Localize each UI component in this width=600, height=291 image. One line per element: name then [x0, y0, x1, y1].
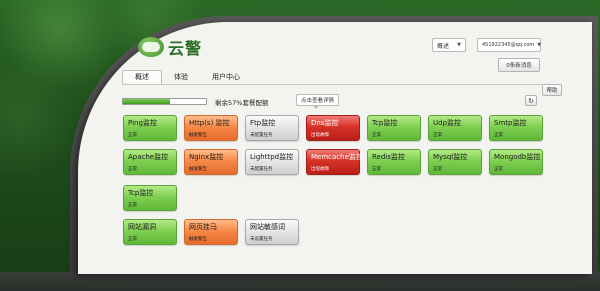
monitor-tile[interactable]: 网页挂马 触发警告	[184, 219, 238, 245]
monitor-tile-status: 正常	[494, 133, 503, 138]
monitor-tile-name: Redis监控	[372, 153, 405, 161]
monitor-tile-status: 正常	[372, 133, 381, 138]
monitor-tile[interactable]: Mysql监控 正常	[428, 149, 482, 175]
monitor-tile[interactable]: Smtp监控 正常	[489, 115, 543, 141]
monitor-tile-name: 网页挂马	[189, 223, 217, 231]
monitor-tile[interactable]: 网站漏洞 正常	[123, 219, 177, 245]
quota-progress-fill	[123, 99, 171, 104]
tab-trial-label: 体验	[174, 73, 188, 81]
monitor-tile-status: 正常	[128, 203, 137, 208]
quota-text: 剩余57%套餐配额	[215, 99, 269, 107]
monitor-tile-name: Ping监控	[128, 119, 157, 127]
monitor-tile-status: 正常	[372, 167, 381, 172]
tab-overview-label: 概述	[135, 73, 149, 81]
monitor-tile[interactable]: Mongodb监控 正常	[489, 149, 543, 175]
monitor-tile-status: 出现故障	[311, 167, 329, 172]
monitor-tile-status: 触发警告	[189, 133, 207, 138]
tab-user-center-label: 用户中心	[212, 73, 240, 81]
logo-text: 云警	[168, 39, 203, 58]
quota-progress-bar	[122, 98, 207, 105]
logo: 云警	[138, 35, 202, 59]
tab-overview[interactable]: 概述	[122, 70, 162, 84]
monitor-tile[interactable]: Dns监控出现故障	[306, 115, 360, 141]
details-tooltip: 点击查看详情	[296, 94, 340, 109]
monitor-tile[interactable]: Redis监控 正常	[367, 149, 421, 175]
refresh-button[interactable]: ↻	[525, 95, 537, 106]
tooltip-text: 点击查看详情	[301, 98, 335, 104]
monitor-tile-status: 正常	[128, 237, 137, 242]
monitor-tile[interactable]: Udp监控正常	[428, 115, 482, 141]
monitor-tile-name: 网站漏洞	[128, 223, 156, 231]
monitor-tile-status: 正常	[433, 167, 442, 172]
monitor-tile-status: 触发警告	[189, 167, 207, 172]
monitor-tile-name: Nginx监控	[189, 153, 224, 161]
cloud-logo-icon	[138, 37, 164, 57]
monitor-tile-status: 正常	[128, 167, 137, 172]
tab-bar: 概述 体验 用户中心	[122, 70, 252, 84]
tab-divider	[122, 84, 542, 85]
monitor-tile-name: Tcp监控	[372, 119, 398, 127]
monitor-tile-status: 未设置任务	[250, 237, 273, 242]
monitor-tile-name: 网站敏感词	[250, 223, 285, 231]
monitor-tile-name: Smtp监控	[494, 119, 527, 127]
monitor-tile-status: 触发警告	[189, 237, 207, 242]
monitor-tile[interactable]: Ping监控 正常	[123, 115, 177, 141]
monitor-tile-status: 未配置任务	[250, 133, 273, 138]
monitor-tile-name: Memcache监控	[311, 153, 363, 161]
monitor-tile[interactable]: Tcp监控正常	[367, 115, 421, 141]
monitor-tile-status: 出现故障	[311, 133, 329, 138]
monitor-tile-name: Ftp监控	[250, 119, 276, 127]
tab-trial[interactable]: 体验	[162, 70, 200, 84]
monitor-tile[interactable]: Http(s) 监控 触发警告	[184, 115, 238, 141]
monitor-tile-status: 未配置任务	[250, 167, 273, 172]
messages-button-label: 0条新消息	[506, 63, 532, 69]
monitor-tile[interactable]: Lighttpd监控 未配置任务	[245, 149, 299, 175]
monitor-tile-name: Udp监控	[433, 119, 462, 127]
monitor-tile-name: Http(s) 监控	[189, 119, 230, 127]
monitor-tile-name: Tcp监控	[128, 189, 154, 197]
monitor-tile-status: 正常	[128, 133, 137, 138]
chevron-down-icon: ▼	[537, 42, 542, 48]
monitor-tile-name: Apache监控	[128, 153, 169, 161]
account-select[interactable]: 451922345@qq.com ▼	[477, 38, 541, 52]
help-button-label: 帮助	[546, 88, 558, 94]
monitor-tile-status: 正常	[494, 167, 503, 172]
monitor-tile[interactable]: Memcache监控 出现故障	[306, 149, 363, 175]
monitor-tile-name: Dns监控	[311, 119, 339, 127]
monitor-tile[interactable]: 网站敏感词未设置任务	[245, 219, 299, 245]
help-button[interactable]: 帮助	[542, 84, 562, 96]
monitor-tile[interactable]: Nginx监控 触发警告	[184, 149, 238, 175]
monitor-tile-status: 正常	[433, 133, 442, 138]
view-select-value: 概述	[437, 42, 450, 50]
monitor-tile[interactable]: Ftp监控未配置任务	[245, 115, 299, 141]
chevron-down-icon: ▼	[457, 42, 461, 48]
account-select-value: 451922345@qq.com	[482, 42, 535, 48]
tab-user-center[interactable]: 用户中心	[200, 70, 252, 84]
monitor-tile[interactable]: Apache监控 正常	[123, 149, 177, 175]
view-select[interactable]: 概述 ▼	[432, 38, 466, 52]
monitor-tile-name: Mongodb监控	[494, 153, 541, 161]
monitor-tile-name: Mysql监控	[433, 153, 468, 161]
monitor-tile[interactable]: Tcp监控正常	[123, 185, 177, 211]
refresh-icon: ↻	[528, 96, 534, 105]
messages-button[interactable]: 0条新消息	[498, 58, 540, 72]
monitor-tile-name: Lighttpd监控	[250, 153, 294, 161]
